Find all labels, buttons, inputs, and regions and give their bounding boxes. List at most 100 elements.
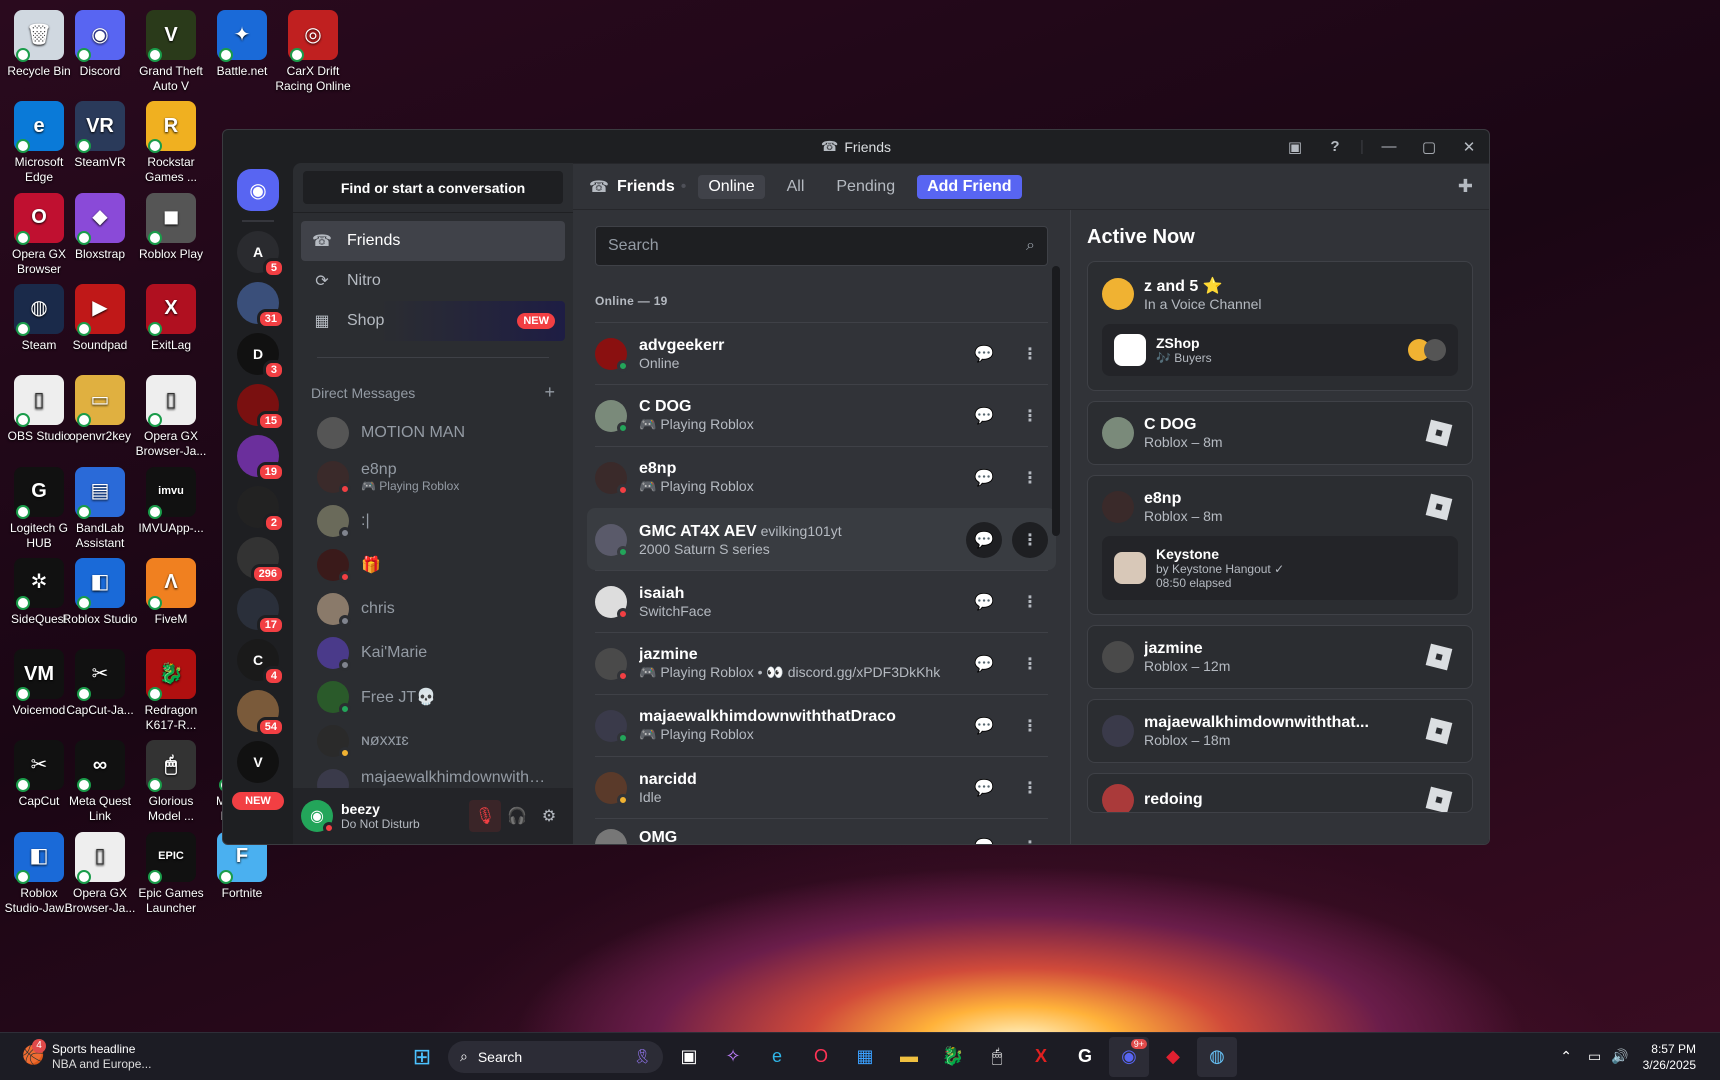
copilot-icon[interactable]: ✧ [713,1037,753,1077]
server-icon[interactable]: 15 [237,384,285,431]
nav-nitro[interactable]: ⟳ Nitro [301,261,565,301]
message-button[interactable]: 💬 [966,398,1002,434]
more-button[interactable]: ⋮ [1012,521,1048,558]
search-input[interactable]: Search ⌕ [595,226,1048,266]
more-button[interactable]: ⋮ [1012,708,1048,744]
server-icon[interactable]: 17 [237,588,285,635]
dm-item[interactable]: MOTION MAN [301,411,565,455]
desktop-icon-steamvr[interactable]: VR SteamVR [61,97,139,170]
desktop-icon-redragon-k617-r[interactable]: 🐉 Redragon K617-R... [132,645,210,733]
avatar[interactable]: ◉ [301,800,335,834]
message-button[interactable]: 💬 [966,829,1002,844]
desktop-icon-battle-net[interactable]: ✦ Battle.net [203,6,281,79]
server-icon[interactable]: 54 [237,690,285,737]
desktop-icon-roblox-studio[interactable]: ◧ Roblox Studio [61,554,139,627]
server-icon[interactable]: D3 [237,333,285,380]
settings-button[interactable]: ⚙ [533,800,565,832]
more-button[interactable]: ⋮ [1012,336,1048,372]
news-widget[interactable]: 🏀 4 Sports headline NBA and Europe... [0,1038,400,1072]
more-button[interactable]: ⋮ [1012,460,1048,496]
message-button[interactable]: 💬 [966,584,1002,620]
tab-all[interactable]: All [777,175,815,199]
desktop-icon-meta-quest-link[interactable]: ∞ Meta Quest Link [61,736,139,824]
friend-row[interactable]: majaewalkhimdownwiththatDraco 🎮 Playing R… [595,694,1048,756]
message-button[interactable]: 💬 [966,708,1002,744]
scrollbar[interactable] [1052,266,1060,536]
home-button[interactable]: ◉ [237,169,279,211]
dm-item[interactable]: Free JT💀 [301,675,565,719]
desktop-icon-soundpad[interactable]: ▶ Soundpad [61,280,139,353]
message-button[interactable]: 💬 [966,336,1002,372]
active-card[interactable]: redoing [1087,773,1473,813]
more-button[interactable]: ⋮ [1012,770,1048,806]
roblox-icon[interactable]: ◆ [1153,1037,1193,1077]
nav-friends[interactable]: ☎ Friends [301,221,565,261]
friend-row[interactable]: isaiah SwitchFace 💬 ⋮ [595,570,1048,632]
logitech-icon[interactable]: G [1065,1037,1105,1077]
desktop-icon-capcut-ja[interactable]: ✂ CapCut-Ja... [61,645,139,718]
clock-date[interactable]: 3/26/2025 [1643,1057,1696,1073]
desktop-icon-bandlab-assistant[interactable]: ▤ BandLab Assistant [61,463,139,551]
discord-taskbar-icon[interactable]: ◉ 9+ [1109,1036,1149,1077]
friend-row[interactable]: OMG 💬 ⋮ [595,818,1048,844]
volume-icon[interactable]: 🔊 [1611,1048,1628,1065]
more-button[interactable]: ⋮ [1012,829,1048,844]
nav-shop[interactable]: ▦ Shop NEW [301,301,565,341]
more-button[interactable]: ⋮ [1012,584,1048,620]
desktop-icon-openvr2key[interactable]: ▭ openvr2key [61,371,139,444]
server-icon[interactable]: 296 [237,537,285,584]
exitlag-icon[interactable]: X [1021,1037,1061,1077]
new-group-dm-icon[interactable]: ✚ [1458,176,1473,197]
close-button[interactable]: ✕ [1449,138,1489,156]
steam-icon[interactable]: ◍ [1197,1036,1237,1077]
active-card[interactable]: e8np Roblox – 8m Keystone by Keystone Hango… [1087,475,1473,615]
dm-item[interactable]: chris [301,587,565,631]
message-button[interactable]: 💬 [966,460,1002,496]
friend-row[interactable]: advgeekerr Online 💬 ⋮ [595,322,1048,384]
desktop-icon-carx-drift-racing-online[interactable]: ◎ CarX Drift Racing Online [274,6,352,94]
tab-pending[interactable]: Pending [826,175,905,199]
more-button[interactable]: ⋮ [1012,646,1048,682]
message-button[interactable]: 💬 [966,646,1002,682]
inbox-icon[interactable]: ▣ [1275,138,1315,156]
clock-time[interactable]: 8:57 PM [1643,1041,1696,1057]
desktop-icon-fivem[interactable]: Λ FiveM [132,554,210,627]
maximize-button[interactable]: ▢ [1409,138,1449,156]
server-icon[interactable]: C4 [237,639,285,686]
file-explorer-icon[interactable]: ▬ [889,1037,929,1077]
active-card[interactable]: C DOG Roblox – 8m [1087,401,1473,465]
server-icon[interactable]: 19 [237,435,285,482]
dm-item[interactable]: 🎁 [301,543,565,587]
network-icon[interactable]: ▭ [1588,1048,1601,1065]
dm-item[interactable]: e8np 🎮 Playing Roblox [301,455,565,499]
friend-row[interactable]: C DOG 🎮 Playing Roblox 💬 ⋮ [595,384,1048,446]
server-icon[interactable]: A5 [237,231,285,278]
create-dm-button[interactable]: + [544,382,555,403]
active-card[interactable]: jazmine Roblox – 12m [1087,625,1473,689]
activity-detail[interactable]: ZShop 🎶 Buyers [1102,324,1458,376]
start-button[interactable]: ⊞ [402,1037,442,1077]
activity-detail[interactable]: Keystone by Keystone Hangout ✓ 08:50 elaps… [1102,536,1458,600]
message-button[interactable]: 💬 [966,770,1002,806]
mouse-icon[interactable]: 🖱 [977,1037,1017,1077]
message-button[interactable]: 💬 [966,521,1002,558]
desktop-icon-epic-games-launcher[interactable]: EPIC Epic Games Launcher [132,828,210,916]
dm-item[interactable]: ɴøxxɪɛ [301,719,565,763]
help-icon[interactable]: ? [1315,138,1355,155]
deafen-button[interactable]: 🎧 [501,800,533,832]
desktop-icon-discord[interactable]: ◉ Discord [61,6,139,79]
desktop-icon-glorious-model[interactable]: 🖱 Glorious Model ... [132,736,210,824]
show-hidden-icons-icon[interactable]: ⌃ [1560,1048,1572,1065]
minimize-button[interactable]: — [1369,138,1409,155]
desktop-icon-roblox-play[interactable]: ◼ Roblox Play [132,189,210,262]
opera-icon[interactable]: O [801,1037,841,1077]
desktop-icon-grand-theft-auto-v[interactable]: V Grand Theft Auto V [132,6,210,94]
friend-row[interactable]: narcidd Idle 💬 ⋮ [595,756,1048,818]
server-icon[interactable]: V [237,741,279,783]
find-conversation-button[interactable]: Find or start a conversation [303,171,563,204]
dm-item[interactable]: Kai'Marie [301,631,565,675]
server-icon[interactable]: 31 [237,282,285,329]
task-view-icon[interactable]: ▣ [669,1037,709,1077]
friend-row[interactable]: GMC AT4X AEV evilking101yt 2000 Saturn S s… [587,508,1056,570]
server-icon[interactable]: 2 [237,486,285,533]
